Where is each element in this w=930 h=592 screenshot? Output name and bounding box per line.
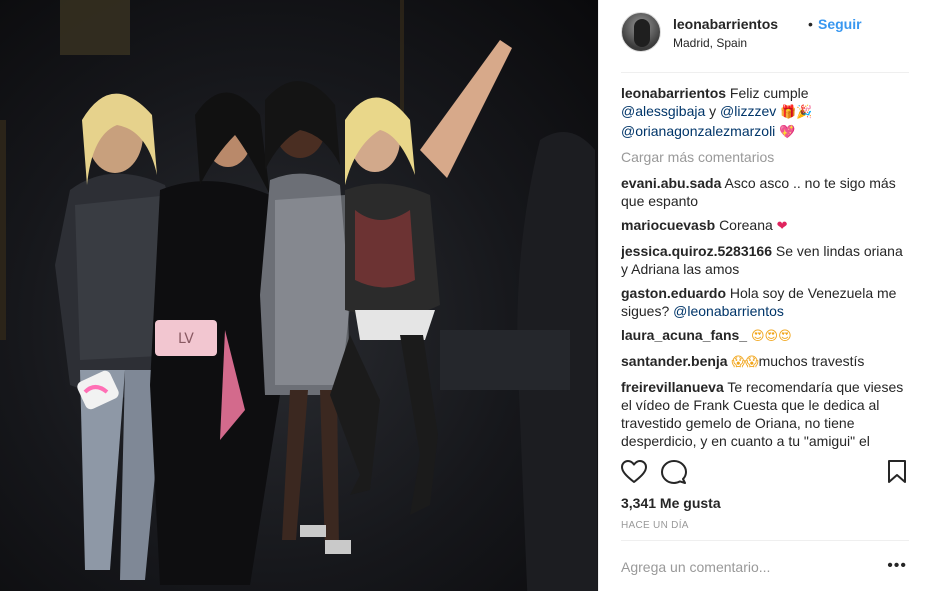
comment-text: Coreana <box>719 217 773 233</box>
heart-eyes-emoji-icon: 😍😍😍 <box>750 329 792 344</box>
comments-list[interactable]: leonabarrientos Feliz cumple @alessgibaj… <box>621 84 909 452</box>
svg-text:LV: LV <box>178 331 194 347</box>
follow-button[interactable]: Seguir <box>818 16 862 32</box>
caption-mention-2[interactable]: @lizzzev <box>720 103 776 119</box>
comment-username[interactable]: evani.abu.sada <box>621 175 721 191</box>
caption-mention-1[interactable]: @alessgibaja <box>621 103 705 119</box>
load-more-comments-button[interactable]: Cargar más comentarios <box>621 148 909 166</box>
caption-username[interactable]: leonabarrientos <box>621 85 726 101</box>
red-heart-emoji-icon: ❤ <box>776 219 788 234</box>
comment-item: evani.abu.sada Asco asco .. no te sigo m… <box>621 174 909 210</box>
pink-heart-emoji-icon: 💖 <box>779 125 796 140</box>
heart-outline-icon[interactable] <box>621 460 647 489</box>
comment-item: gaston.eduardo Hola soy de Venezuela me … <box>621 284 909 320</box>
comment-username[interactable]: laura_acuna_fans_ <box>621 327 747 343</box>
caption-conjunction: y <box>709 103 717 119</box>
comment-bubble-icon[interactable] <box>661 460 687 489</box>
post-location[interactable]: Madrid, Spain <box>673 36 747 50</box>
photo-illustration: LV <box>0 0 598 591</box>
gift-emoji-icon: 🎁🎉 <box>780 105 813 120</box>
bookmark-icon[interactable] <box>887 460 907 489</box>
author-username[interactable]: leonabarrientos <box>673 16 778 32</box>
comment-username[interactable]: freirevillanueva <box>621 379 724 395</box>
caption-mention-3[interactable]: @orianagonzalezmarzoli <box>621 123 775 139</box>
caption: leonabarrientos Feliz cumple @alessgibaj… <box>621 84 909 142</box>
comment-text: muchos travestís <box>758 353 865 369</box>
post-actions <box>621 460 909 488</box>
comment-item: santander.benja 😱😱muchos travestís <box>621 352 909 372</box>
post-photo[interactable]: LV <box>0 0 598 591</box>
post-timestamp[interactable]: HACE UN DÍA <box>621 520 689 531</box>
caption-text: Feliz cumple <box>729 85 809 101</box>
post-header: leonabarrientos • Seguir Madrid, Spain <box>621 12 909 73</box>
comment-item: jessica.quiroz.5283166 Se ven lindas ori… <box>621 242 909 278</box>
comment-mention[interactable]: @leonabarrientos <box>673 303 784 319</box>
separator-dot: • <box>808 16 813 32</box>
add-comment-bar: ••• <box>621 540 909 592</box>
comment-username[interactable]: mariocuevasb <box>621 217 715 233</box>
comment-item: laura_acuna_fans_ 😍😍😍 <box>621 326 909 346</box>
comment-item: freirevillanueva Te recomendaría que vie… <box>621 378 909 452</box>
add-comment-input[interactable] <box>621 557 881 577</box>
comment-item: mariocuevasb Coreana ❤ <box>621 216 909 236</box>
comment-username[interactable]: gaston.eduardo <box>621 285 726 301</box>
screaming-face-emoji-icon: 😱😱 <box>731 355 759 370</box>
comment-username[interactable]: santander.benja <box>621 353 728 369</box>
post-sidebar: leonabarrientos • Seguir Madrid, Spain l… <box>598 0 930 591</box>
comment-username[interactable]: jessica.quiroz.5283166 <box>621 243 772 259</box>
more-options-icon[interactable]: ••• <box>887 557 907 575</box>
likes-count[interactable]: 3,341 Me gusta <box>621 495 721 511</box>
avatar[interactable] <box>621 12 661 52</box>
